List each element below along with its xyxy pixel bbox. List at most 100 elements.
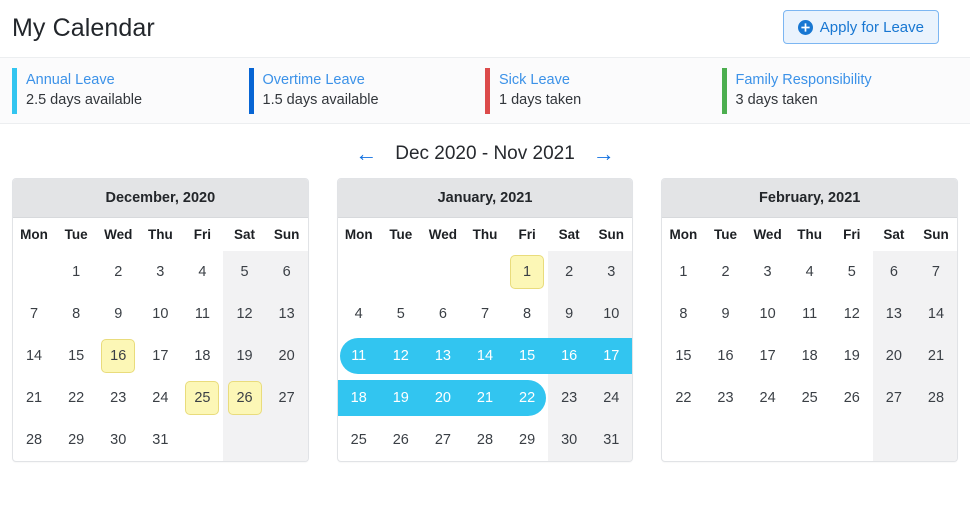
- calendar-day-cell[interactable]: 31: [590, 419, 633, 461]
- apply-for-leave-button[interactable]: Apply for Leave: [782, 10, 939, 44]
- calendar-day-cell[interactable]: 13: [872, 293, 915, 335]
- calendar-day-cell[interactable]: 4: [181, 251, 223, 293]
- calendar-day-cell[interactable]: 3: [747, 251, 789, 293]
- calendar-day-cell[interactable]: 22: [506, 377, 548, 419]
- calendar-day-cell[interactable]: 16: [704, 335, 746, 377]
- calendar-day-cell[interactable]: 13: [265, 293, 308, 335]
- calendar-day-cell[interactable]: 20: [872, 335, 915, 377]
- calendar-day-cell[interactable]: 27: [422, 419, 464, 461]
- next-period-button[interactable]: →: [591, 143, 617, 165]
- calendar-day-cell[interactable]: 10: [747, 293, 789, 335]
- calendar-day-cell[interactable]: 25: [338, 419, 380, 461]
- calendar-day-cell[interactable]: 6: [422, 293, 464, 335]
- calendar-day-cell[interactable]: 9: [97, 293, 139, 335]
- calendar-day-cell[interactable]: 19: [223, 335, 266, 377]
- calendar-day-cell[interactable]: 8: [506, 293, 548, 335]
- calendar-day-cell[interactable]: 12: [223, 293, 266, 335]
- calendar-day-cell[interactable]: 17: [139, 335, 181, 377]
- calendar-day-cell[interactable]: 12: [831, 293, 873, 335]
- calendar-day-cell[interactable]: 15: [506, 335, 549, 377]
- calendar-day-cell[interactable]: 17: [590, 335, 633, 377]
- calendar-day-cell[interactable]: 7: [464, 293, 506, 335]
- calendar-day-cell[interactable]: 6: [872, 251, 915, 293]
- calendar-day-cell[interactable]: 24: [747, 377, 789, 419]
- calendar-day-cell[interactable]: 29: [506, 419, 548, 461]
- calendar-day-cell[interactable]: 11: [789, 293, 831, 335]
- calendar-day-cell[interactable]: 13: [421, 335, 465, 377]
- calendar-day-cell[interactable]: 16: [97, 335, 139, 377]
- calendar-day-cell[interactable]: 4: [789, 251, 831, 293]
- calendar-day-cell[interactable]: 31: [139, 419, 181, 461]
- calendar-day-cell[interactable]: 25: [181, 377, 223, 419]
- calendar-day-cell[interactable]: 15: [662, 335, 704, 377]
- calendar-day-cell[interactable]: 9: [704, 293, 746, 335]
- calendar-day-cell[interactable]: 11: [338, 335, 380, 377]
- calendar-day-cell[interactable]: 27: [872, 377, 915, 419]
- leave-type-name[interactable]: Sick Leave: [499, 72, 581, 89]
- calendar-day-cell[interactable]: 11: [181, 293, 223, 335]
- calendar-day-cell[interactable]: 1: [55, 251, 97, 293]
- calendar-day-cell[interactable]: 5: [380, 293, 422, 335]
- calendar-day-cell[interactable]: 21: [463, 377, 507, 419]
- previous-period-button[interactable]: ←: [353, 143, 379, 165]
- calendar-day-cell[interactable]: 2: [548, 251, 591, 293]
- calendar-day-cell[interactable]: 7: [914, 251, 958, 293]
- calendar-day-cell[interactable]: 3: [139, 251, 181, 293]
- calendar-day-cell[interactable]: 19: [379, 377, 422, 419]
- day-number: 28: [476, 432, 494, 448]
- calendar-day-cell[interactable]: 10: [139, 293, 181, 335]
- calendar-day-cell[interactable]: 24: [139, 377, 181, 419]
- calendar-day-cell[interactable]: 2: [704, 251, 746, 293]
- calendar-day-cell[interactable]: 16: [548, 335, 591, 377]
- calendar-day-cell[interactable]: 6: [265, 251, 308, 293]
- calendar-day-cell[interactable]: 22: [662, 377, 704, 419]
- calendar-day-cell[interactable]: 25: [789, 377, 831, 419]
- calendar-day-cell[interactable]: 27: [265, 377, 308, 419]
- calendar-day-cell[interactable]: 5: [223, 251, 266, 293]
- calendar-day-cell[interactable]: 10: [590, 293, 633, 335]
- calendar-day-cell[interactable]: 14: [914, 293, 958, 335]
- calendar-day-cell[interactable]: 8: [662, 293, 704, 335]
- leave-type-name[interactable]: Annual Leave: [26, 72, 142, 89]
- calendar-day-cell[interactable]: 23: [548, 377, 591, 419]
- calendar-day-cell[interactable]: 26: [831, 377, 873, 419]
- calendar-day-cell[interactable]: 21: [914, 335, 958, 377]
- calendar-day-cell[interactable]: 24: [590, 377, 633, 419]
- calendar-day-cell[interactable]: 1: [662, 251, 704, 293]
- calendar-day-cell[interactable]: 3: [590, 251, 633, 293]
- calendar-day-cell[interactable]: 19: [831, 335, 873, 377]
- calendar-day-cell[interactable]: 30: [548, 419, 591, 461]
- calendar-day-cell[interactable]: 30: [97, 419, 139, 461]
- calendar-day-cell[interactable]: 12: [379, 335, 422, 377]
- calendar-day-cell[interactable]: 21: [13, 377, 55, 419]
- calendar-day-cell[interactable]: 23: [704, 377, 746, 419]
- calendar-day-cell[interactable]: 2: [97, 251, 139, 293]
- weekday-header: Wed: [104, 227, 133, 242]
- leave-type-name[interactable]: Overtime Leave: [263, 72, 379, 89]
- calendar-day-cell[interactable]: 20: [265, 335, 308, 377]
- calendar-day-cell[interactable]: 9: [548, 293, 591, 335]
- calendar-day-cell[interactable]: 5: [831, 251, 873, 293]
- calendar-day-cell[interactable]: 18: [337, 377, 380, 419]
- calendar-day-cell[interactable]: 1: [506, 251, 548, 293]
- calendar-day-cell[interactable]: 4: [338, 293, 380, 335]
- leave-type-name[interactable]: Family Responsibility: [736, 72, 872, 89]
- calendar-day-cell[interactable]: 28: [464, 419, 506, 461]
- calendar-day-cell[interactable]: 18: [181, 335, 223, 377]
- calendar-day-cell[interactable]: 14: [13, 335, 55, 377]
- calendar-day-cell[interactable]: 26: [223, 377, 266, 419]
- calendar-day-cell[interactable]: 15: [55, 335, 97, 377]
- calendar-day-cell[interactable]: 18: [789, 335, 831, 377]
- day-number: 31: [603, 432, 620, 448]
- calendar-day-cell[interactable]: 22: [55, 377, 97, 419]
- calendar-day-cell[interactable]: 29: [55, 419, 97, 461]
- calendar-day-cell[interactable]: 14: [463, 335, 507, 377]
- calendar-day-cell[interactable]: 8: [55, 293, 97, 335]
- calendar-day-cell[interactable]: 20: [421, 377, 465, 419]
- calendar-day-cell[interactable]: 17: [747, 335, 789, 377]
- calendar-day-cell[interactable]: 23: [97, 377, 139, 419]
- calendar-day-cell[interactable]: 28: [914, 377, 958, 419]
- calendar-day-cell[interactable]: 28: [13, 419, 55, 461]
- calendar-day-cell[interactable]: 7: [13, 293, 55, 335]
- calendar-day-cell[interactable]: 26: [380, 419, 422, 461]
